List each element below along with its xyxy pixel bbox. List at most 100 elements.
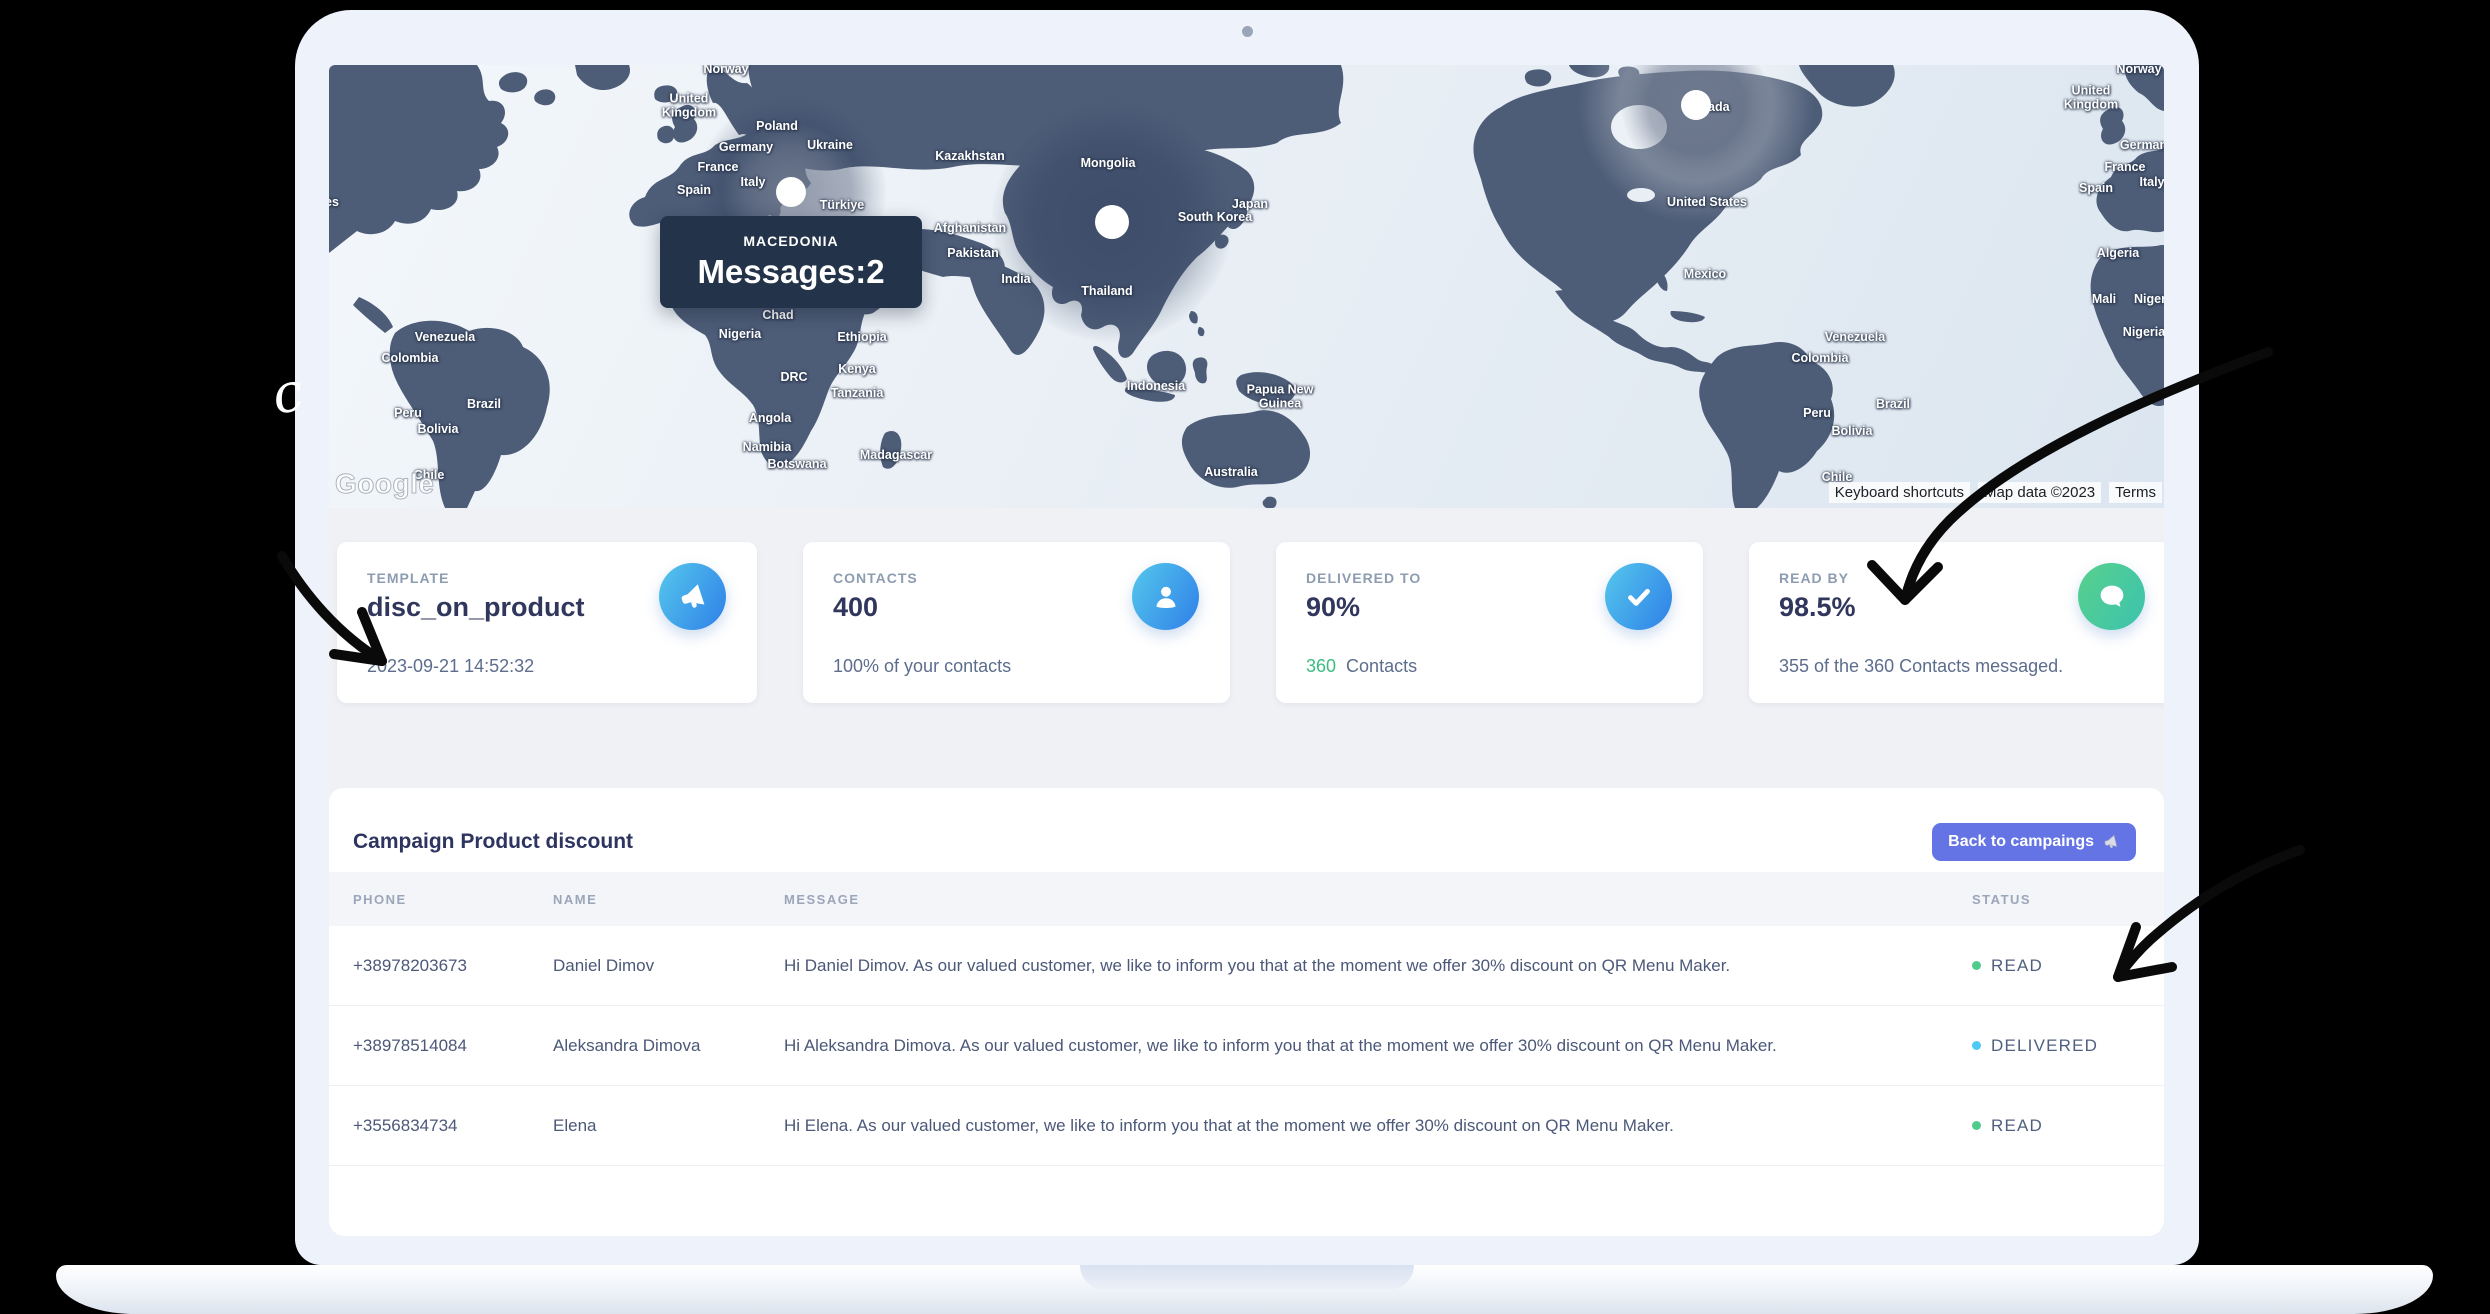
column-header-status: STATUS xyxy=(1972,892,2164,907)
map-country-label: Botswana xyxy=(767,458,826,472)
map-country-label: Germany xyxy=(2120,139,2164,153)
map-country-label: United States xyxy=(329,196,339,210)
status-dot-icon xyxy=(1972,1041,1981,1050)
status-label: READ xyxy=(1991,956,2043,976)
stat-subtext: 355 of the 360 Contacts messaged. xyxy=(1779,656,2063,677)
map-country-label: France xyxy=(2105,161,2146,175)
column-header-message: MESSAGE xyxy=(784,892,1972,907)
map-country-label: United Kingdom xyxy=(2057,84,2125,112)
table-row: +38978203673 Daniel Dimov Hi Daniel Dimo… xyxy=(329,926,2164,1006)
laptop-mockup: United States Norway United Kingdom Poland G… xyxy=(295,10,2199,1265)
map-country-label: Spain xyxy=(677,184,711,198)
row-name: Daniel Dimov xyxy=(553,956,784,976)
table-row: +38978514084 Aleksandra Dimova Hi Aleksa… xyxy=(329,1006,2164,1086)
map-country-label: Tanzania xyxy=(831,387,884,401)
map-country-label: Venezuela xyxy=(415,331,475,345)
dashboard-screen: United States Norway United Kingdom Poland G… xyxy=(329,65,2164,1236)
map-country-label: Ukraine xyxy=(807,139,853,153)
map-country-label: Mexico xyxy=(1684,268,1726,282)
chat-icon xyxy=(2078,563,2145,630)
map-country-label: Bolivia xyxy=(1832,425,1873,439)
message-marker-icon[interactable] xyxy=(1095,205,1129,239)
map-country-label: Kenya xyxy=(838,363,876,377)
status-label: READ xyxy=(1991,1116,2043,1136)
delivered-unit: Contacts xyxy=(1346,656,1417,676)
map-data-label: Map data ©2023 xyxy=(1978,482,2101,503)
map-country-label: Madagascar xyxy=(860,449,932,463)
table-body: +38978203673 Daniel Dimov Hi Daniel Dimo… xyxy=(329,926,2164,1166)
column-header-phone: PHONE xyxy=(353,892,553,907)
stat-card-template: TEMPLATE disc_on_product 2023-09-21 14:5… xyxy=(337,542,757,703)
map-country-label: Pakistan xyxy=(947,247,998,261)
keyboard-shortcuts-link[interactable]: Keyboard shortcuts xyxy=(1829,482,1970,503)
message-marker-icon[interactable] xyxy=(1681,90,1711,120)
map-country-label: Namibia xyxy=(743,441,792,455)
map-country-label: Mongolia xyxy=(1081,157,1136,171)
campaign-panel: Campaign Product discount Back to campai… xyxy=(329,788,2164,1236)
stat-card-read: READ BY 98.5% 355 of the 360 Contacts me… xyxy=(1749,542,2164,703)
google-logo[interactable]: Google xyxy=(335,468,434,500)
map-country-label: Peru xyxy=(394,407,422,421)
back-to-campaigns-button[interactable]: Back to campaings xyxy=(1932,823,2136,861)
map-country-label: Italy xyxy=(2139,176,2164,190)
row-name: Aleksandra Dimova xyxy=(553,1036,784,1056)
map-country-label: Chad xyxy=(762,309,793,323)
stat-subtext: 360 Contacts xyxy=(1306,656,1417,677)
person-icon xyxy=(1132,563,1199,630)
row-phone: +38978514084 xyxy=(353,1036,553,1056)
map-country-label: Italy xyxy=(740,176,765,190)
stat-card-contacts: CONTACTS 400 100% of your contacts xyxy=(803,542,1230,703)
map-country-label: Colombia xyxy=(382,352,439,366)
world-map[interactable]: United States Norway United Kingdom Poland G… xyxy=(329,65,2164,508)
map-tooltip: MACEDONIA Messages:2 xyxy=(660,216,922,308)
map-attribution: Keyboard shortcuts Map data ©2023 Terms xyxy=(1829,482,2162,503)
row-status: DELIVERED xyxy=(1972,1036,2164,1056)
stats-row: TEMPLATE disc_on_product 2023-09-21 14:5… xyxy=(337,542,2164,703)
table-row: +3556834734 Elena Hi Elena. As our value… xyxy=(329,1086,2164,1166)
back-button-label: Back to campaings xyxy=(1948,833,2094,851)
map-country-label: Indonesia xyxy=(1127,380,1185,394)
map-country-label: South Korea xyxy=(1178,211,1252,225)
stat-subtext: 100% of your contacts xyxy=(833,656,1011,677)
page-background: United States Norway United Kingdom Poland G… xyxy=(0,0,2490,1314)
laptop-camera-icon xyxy=(1242,26,1253,37)
message-marker-icon[interactable] xyxy=(776,177,806,207)
map-country-label: Spain xyxy=(2079,182,2113,196)
map-country-label: Thailand xyxy=(1081,285,1132,299)
status-dot-icon xyxy=(1972,961,1981,970)
row-phone: +38978203673 xyxy=(353,956,553,976)
map-country-label: Nigeria xyxy=(719,328,761,342)
map-country-label: Türkiye xyxy=(820,199,864,213)
map-country-label: Venezuela xyxy=(1825,331,1885,345)
map-country-label: Brazil xyxy=(1876,398,1910,412)
column-header-name: NAME xyxy=(553,892,784,907)
row-message: Hi Daniel Dimov. As our valued customer,… xyxy=(784,956,1972,976)
map-country-label: DRC xyxy=(780,371,807,385)
map-country-label: Afghanistan xyxy=(934,222,1006,236)
map-country-label: Niger xyxy=(2134,293,2164,307)
row-name: Elena xyxy=(553,1116,784,1136)
map-country-label: Norway xyxy=(703,65,748,77)
row-status: READ xyxy=(1972,1116,2164,1136)
map-country-label: Algeria xyxy=(2097,247,2139,261)
map-country-label: Nigeria xyxy=(2123,326,2164,340)
map-country-label: Poland xyxy=(756,120,798,134)
row-phone: +3556834734 xyxy=(353,1116,553,1136)
tooltip-messages-count: Messages:2 xyxy=(697,253,884,291)
row-message: Hi Elena. As our valued customer, we lik… xyxy=(784,1116,1972,1136)
map-country-label: United States xyxy=(1667,196,1747,210)
map-country-label: Brazil xyxy=(467,398,501,412)
row-status: READ xyxy=(1972,956,2164,976)
map-country-label: Ethiopia xyxy=(837,331,886,345)
map-country-label: Australia xyxy=(1204,466,1258,480)
map-country-label: Norway xyxy=(2116,65,2161,77)
map-continents xyxy=(329,65,2164,508)
laptop-base xyxy=(56,1265,2433,1314)
map-country-label: Japan xyxy=(1232,198,1268,212)
map-country-label: Angola xyxy=(749,412,791,426)
terms-link[interactable]: Terms xyxy=(2109,482,2162,503)
map-country-label: Mali xyxy=(2092,293,2116,307)
delivered-count: 360 xyxy=(1306,656,1336,676)
stat-card-delivered: DELIVERED TO 90% 360Contacts xyxy=(1276,542,1703,703)
tooltip-country-label: MACEDONIA xyxy=(743,233,838,249)
